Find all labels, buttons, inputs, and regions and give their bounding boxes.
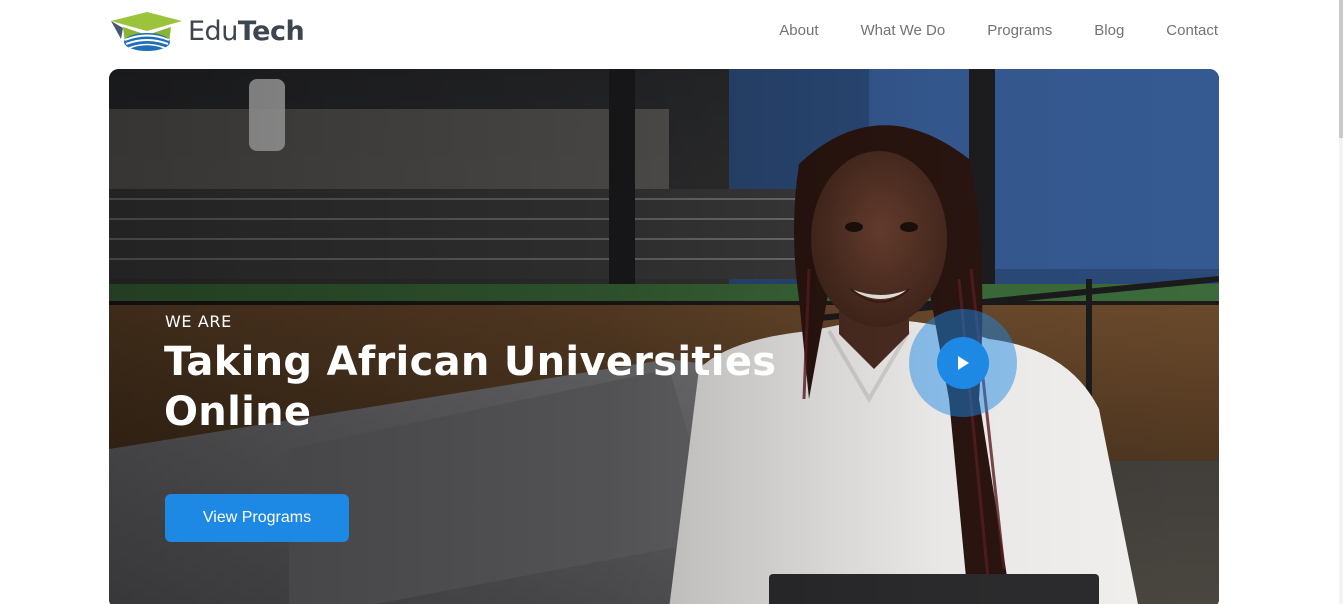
hero-title: Taking African Universities Online — [164, 337, 804, 437]
nav-item-blog[interactable]: Blog — [1094, 21, 1124, 41]
graduation-cap-icon — [111, 12, 182, 51]
view-programs-button[interactable]: View Programs — [165, 494, 349, 542]
hero-banner: WE ARE Taking African Universities Onlin… — [109, 69, 1219, 604]
play-icon — [958, 356, 969, 370]
nav-item-contact[interactable]: Contact — [1166, 21, 1218, 41]
main-nav: About What We Do Programs Blog Contact — [779, 21, 1218, 41]
nav-item-what-we-do[interactable]: What We Do — [860, 21, 945, 41]
video-play-button[interactable] — [909, 309, 1017, 417]
site-header: EduTech About What We Do Programs Blog C… — [0, 0, 1343, 69]
brand-logo[interactable]: EduTech — [109, 8, 305, 54]
play-button-inner[interactable] — [937, 337, 989, 389]
nav-item-about[interactable]: About — [779, 21, 818, 41]
hero-title-line1: Taking African Universities — [164, 339, 777, 385]
nav-item-programs[interactable]: Programs — [987, 21, 1052, 41]
hero-title-line2: Online — [164, 389, 312, 435]
scrollbar-thumb[interactable] — [1339, 0, 1343, 138]
hero-eyebrow: WE ARE — [165, 312, 232, 331]
page-scrollbar[interactable] — [1339, 0, 1343, 604]
brand-name: EduTech — [188, 15, 305, 47]
